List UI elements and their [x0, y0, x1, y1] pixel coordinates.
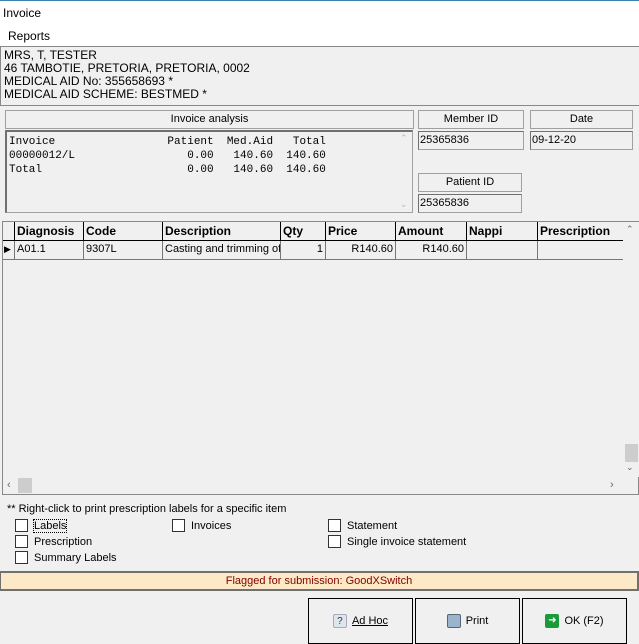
checkbox-label: Summary Labels [34, 551, 117, 564]
prescription-checkbox[interactable]: Prescription [15, 535, 92, 548]
patient-id-label: Patient ID [418, 173, 522, 192]
member-id-label: Member ID [418, 110, 524, 129]
statement-checkbox[interactable]: Statement [328, 519, 397, 532]
checkbox[interactable] [172, 519, 185, 532]
col-nappi[interactable]: Nappi [467, 222, 538, 241]
current-row-icon: ▶ [3, 241, 15, 260]
checkbox[interactable] [15, 535, 28, 548]
cell-qty[interactable]: 1 [281, 241, 326, 260]
scroll-down-icon[interactable]: ⌄ [626, 462, 634, 473]
print-note: ** Right-click to print prescription lab… [7, 503, 287, 515]
cell-description[interactable]: Casting and trimming of g [163, 241, 281, 260]
row-indicator-header [3, 222, 15, 241]
date-label: Date [530, 110, 633, 129]
arrow-right-icon: ➜ [545, 614, 560, 628]
analysis-row: 00000012/L 0.00 140.60 140.60 [9, 150, 326, 162]
cell-price[interactable]: R140.60 [326, 241, 396, 260]
submission-status-bar: Flagged for submission: GoodXSwitch [0, 571, 639, 591]
scroll-thumb[interactable] [625, 444, 638, 462]
medical-aid-scheme: MEDICAL AID SCHEME: BESTMED * [4, 87, 207, 101]
summary-labels-checkbox[interactable]: Summary Labels [15, 551, 117, 564]
analysis-row: Invoice Patient Med.Aid Total [9, 136, 326, 148]
checkbox[interactable] [15, 519, 28, 532]
cell-amount[interactable]: R140.60 [396, 241, 467, 260]
member-id-field[interactable]: 25365836 [418, 131, 524, 150]
date-field[interactable]: 09-12-20 [530, 131, 633, 150]
horizontal-scrollbar[interactable]: ‹ › [3, 477, 623, 494]
ok-button[interactable]: ➜ OK (F2) [522, 598, 627, 644]
cell-code[interactable]: 9307L [84, 241, 163, 260]
col-description[interactable]: Description [163, 222, 281, 241]
cell-prescription[interactable] [538, 241, 624, 260]
patient-info: MRS, T, TESTER 46 TAMBOTIE, PRETORIA, PR… [0, 46, 639, 106]
checkbox-label: Single invoice statement [347, 535, 467, 548]
cell-nappi[interactable] [467, 241, 538, 260]
menu-reports[interactable]: Reports [8, 29, 50, 43]
checkbox-label: Labels [32, 518, 68, 533]
menu-bar: Reports [0, 24, 639, 46]
col-diagnosis[interactable]: Diagnosis [15, 222, 84, 241]
window-title: Invoice [0, 0, 639, 24]
printer-icon [446, 614, 461, 628]
button-label: Ad Hoc [351, 615, 389, 627]
scroll-right-icon[interactable]: › [610, 479, 614, 491]
checkbox[interactable] [328, 535, 341, 548]
vertical-scrollbar[interactable]: ⌃ ⌄ [623, 222, 639, 477]
col-price[interactable]: Price [326, 222, 396, 241]
checkbox-label: Prescription [34, 535, 93, 548]
scroll-up-icon[interactable]: ⌃ [626, 224, 634, 235]
col-amount[interactable]: Amount [396, 222, 467, 241]
invoices-checkbox[interactable]: Invoices [172, 519, 231, 532]
col-qty[interactable]: Qty [281, 222, 326, 241]
button-label: Print [465, 615, 489, 627]
ad-hoc-button[interactable]: ? Ad Hoc [308, 598, 413, 644]
col-code[interactable]: Code [84, 222, 163, 241]
analysis-scrollbar[interactable]: ⌃ ⌄ [396, 132, 412, 212]
single-invoice-statement-checkbox[interactable]: Single invoice statement [328, 535, 466, 548]
print-button[interactable]: Print [415, 598, 520, 644]
invoice-analysis-header: Invoice analysis [5, 110, 414, 129]
labels-checkbox[interactable]: Labels [15, 518, 68, 533]
cell-diagnosis[interactable]: A01.1 [15, 241, 84, 260]
analysis-row: Total 0.00 140.60 140.60 [9, 164, 326, 176]
checkbox-label: Invoices [191, 519, 232, 532]
checkbox[interactable] [328, 519, 341, 532]
scroll-thumb[interactable] [18, 478, 32, 493]
scroll-up-icon[interactable]: ⌃ [400, 134, 408, 144]
help-bubble-icon: ? [332, 614, 347, 628]
checkbox[interactable] [15, 551, 28, 564]
button-label: OK (F2) [564, 615, 604, 627]
invoice-items-grid[interactable]: Diagnosis Code Description Qty Price Amo… [2, 221, 639, 495]
checkbox-label: Statement [347, 519, 398, 532]
scroll-down-icon[interactable]: ⌄ [400, 200, 408, 210]
patient-id-field[interactable]: 25365836 [418, 194, 522, 213]
col-prescription[interactable]: Prescription [538, 222, 624, 241]
scroll-left-icon[interactable]: ‹ [7, 479, 11, 491]
invoice-analysis-box[interactable]: Invoice Patient Med.Aid Total 00000012/L… [5, 130, 413, 213]
